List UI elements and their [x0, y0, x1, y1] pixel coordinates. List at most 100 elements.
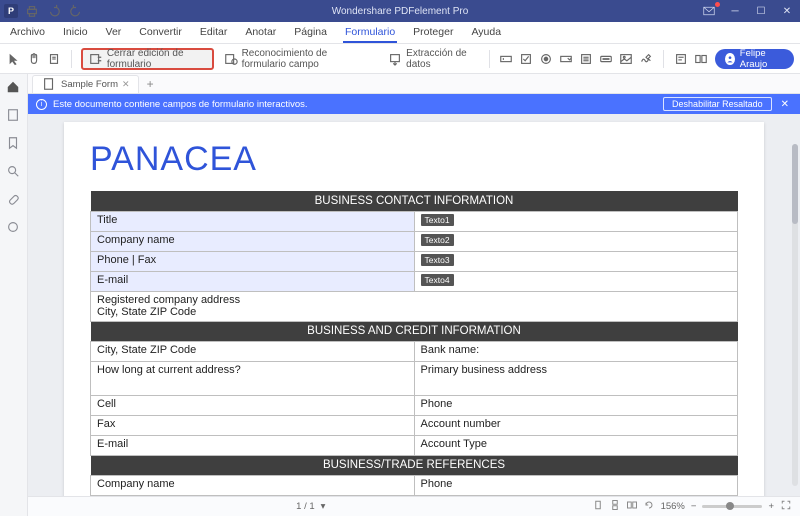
left-sidebar [0, 74, 28, 516]
signature-tool-icon[interactable] [638, 51, 654, 67]
search-icon[interactable] [6, 164, 22, 180]
window-title: Wondershare PDFelement Pro [332, 6, 469, 17]
undo-icon[interactable] [46, 3, 62, 19]
close-window-button[interactable]: ✕ [778, 4, 796, 18]
print-icon[interactable] [24, 3, 40, 19]
minimize-button[interactable]: ─ [726, 4, 744, 18]
table-row: CellPhone [91, 395, 738, 415]
section-header: BUSINESS/TRADE REFERENCES [91, 455, 738, 475]
menu-inicio[interactable]: Inicio [61, 23, 90, 43]
form-field[interactable]: Texto4 [414, 271, 738, 291]
vertical-scrollbar[interactable] [792, 144, 798, 486]
form-field[interactable]: Texto2 [414, 231, 738, 251]
section-header: BUSINESS CONTACT INFORMATION [91, 191, 738, 211]
field-label: Title [91, 211, 415, 231]
user-name-label: Felipe Araujo [740, 48, 784, 70]
close-tab-icon[interactable]: ✕ [122, 79, 130, 90]
field-label: Phone | Fax [91, 251, 415, 271]
redo-icon[interactable] [68, 3, 84, 19]
doc-tab-icon [41, 76, 57, 92]
form-recognition-icon [224, 51, 238, 67]
table-row: Company namePhone [91, 475, 738, 495]
more-tools-icon[interactable] [693, 51, 709, 67]
form-recognition-label: Reconocimiento de formulario campo [242, 48, 375, 70]
view-facing-icon[interactable] [626, 499, 638, 514]
table-row: E-mailAccount Type [91, 435, 738, 455]
close-form-edit-button[interactable]: Cerrar edición de formulario [81, 48, 214, 70]
bookmarks-icon[interactable] [6, 136, 22, 152]
close-form-edit-label: Cerrar edición de formulario [107, 48, 206, 70]
title-bar: P Wondershare PDFelement Pro ─ ☐ ✕ [0, 0, 800, 22]
address-block: Registered company address City, State Z… [91, 291, 738, 321]
table-row: E-mail Texto4 [91, 271, 738, 291]
table-row: Title Texto1 [91, 211, 738, 231]
zoom-slider[interactable] [702, 505, 762, 508]
form-recognition-button[interactable]: Reconocimiento de formulario campo [220, 48, 379, 70]
table-row: Company name Texto2 [91, 231, 738, 251]
document-viewport[interactable]: PANACEA BUSINESS CONTACT INFORMATION Tit… [28, 114, 800, 496]
thumbnails-icon[interactable] [6, 108, 22, 124]
menu-ver[interactable]: Ver [104, 23, 124, 43]
listbox-tool-icon[interactable] [578, 51, 594, 67]
page-indicator[interactable]: 1 / 1 [296, 501, 315, 512]
view-single-icon[interactable] [592, 499, 604, 514]
info-message: Este documento contiene campos de formul… [53, 99, 308, 110]
table-row: Phone | Fax Texto3 [91, 251, 738, 271]
section-header: BUSINESS AND CREDIT INFORMATION [91, 321, 738, 341]
maximize-button[interactable]: ☐ [752, 4, 770, 18]
menu-convertir[interactable]: Convertir [137, 23, 184, 43]
form-field[interactable]: Texto3 [414, 251, 738, 271]
view-continuous-icon[interactable] [609, 499, 621, 514]
form-toolbar: Cerrar edición de formulario Reconocimie… [0, 44, 800, 74]
radio-tool-icon[interactable] [538, 51, 554, 67]
hand-icon[interactable] [26, 51, 42, 67]
form-table: BUSINESS CONTACT INFORMATION Title Texto… [90, 191, 738, 496]
form-properties-icon[interactable] [673, 51, 689, 67]
menu-ayuda[interactable]: Ayuda [469, 23, 503, 43]
attachments-icon[interactable] [6, 192, 22, 208]
mail-icon[interactable] [700, 4, 718, 18]
document-brand: PANACEA [90, 140, 738, 179]
zoom-in-button[interactable]: + [768, 501, 774, 512]
document-tab[interactable]: Sample Form ✕ [32, 75, 139, 93]
data-extraction-icon [388, 51, 402, 67]
doc-tab-label: Sample Form [61, 79, 118, 90]
zoom-value[interactable]: 156% [661, 501, 685, 512]
field-label: E-mail [91, 271, 415, 291]
user-avatar-icon [725, 53, 735, 65]
fullscreen-icon[interactable] [780, 499, 792, 514]
page-nav-icon[interactable]: ▾ [321, 501, 326, 512]
data-extraction-button[interactable]: Extracción de datos [384, 48, 479, 70]
new-tab-button[interactable]: + [143, 77, 158, 91]
menu-archivo[interactable]: Archivo [8, 23, 47, 43]
menu-bar: Archivo Inicio Ver Convertir Editar Anot… [0, 22, 800, 44]
cursor-icon[interactable] [6, 51, 22, 67]
comments-icon[interactable] [6, 220, 22, 236]
menu-pagina[interactable]: Página [292, 23, 329, 43]
close-infobar-button[interactable]: ✕ [778, 99, 792, 110]
image-tool-icon[interactable] [618, 51, 634, 67]
checkbox-tool-icon[interactable] [518, 51, 534, 67]
menu-formulario[interactable]: Formulario [343, 23, 397, 43]
table-row: Registered company address City, State Z… [91, 291, 738, 321]
app-logo-icon: P [4, 4, 18, 18]
zoom-out-button[interactable]: − [691, 501, 697, 512]
disable-highlight-button[interactable]: Deshabilitar Resaltado [663, 97, 772, 111]
menu-editar[interactable]: Editar [198, 23, 229, 43]
textfield-tool-icon[interactable] [498, 51, 514, 67]
combobox-tool-icon[interactable] [558, 51, 574, 67]
table-row: How long at current address?Primary busi… [91, 361, 738, 395]
menu-proteger[interactable]: Proteger [411, 23, 455, 43]
field-label: Company name [91, 231, 415, 251]
table-row: AddressFax [91, 495, 738, 496]
menu-anotar[interactable]: Anotar [243, 23, 278, 43]
text-select-icon[interactable] [46, 51, 62, 67]
button-tool-icon[interactable] [598, 51, 614, 67]
data-extraction-label: Extracción de datos [406, 48, 475, 70]
table-row: City, State ZIP CodeBank name: [91, 341, 738, 361]
view-rotate-icon[interactable] [643, 499, 655, 514]
user-account-button[interactable]: Felipe Araujo [715, 49, 794, 69]
home-icon[interactable] [6, 80, 22, 96]
document-tabs: Sample Form ✕ + [28, 74, 800, 94]
form-field[interactable]: Texto1 [414, 211, 738, 231]
